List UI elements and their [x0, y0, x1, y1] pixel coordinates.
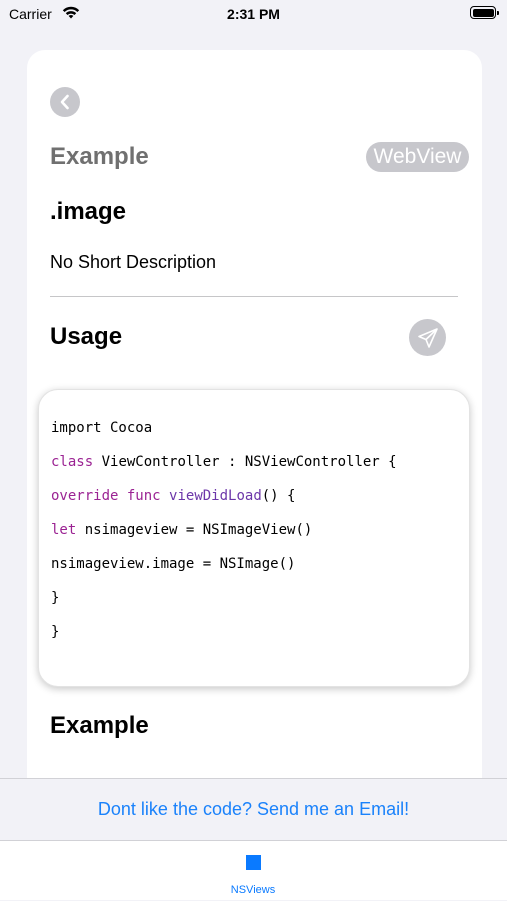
email-link[interactable]: Dont like the code? Send me an Email!: [0, 799, 507, 820]
code-block: import Cocoa class ViewController : NSVi…: [38, 389, 470, 687]
code-token: viewDidLoad: [169, 488, 262, 504]
code-line: }: [51, 590, 59, 606]
paper-plane-icon: [417, 327, 438, 348]
clock-label: 2:31 PM: [227, 6, 280, 22]
code-line: nsimageview.image = NSImage(): [51, 556, 295, 572]
tab-bar: NSViews: [0, 840, 507, 900]
back-button[interactable]: [50, 87, 80, 117]
code-line: class ViewController : NSViewController …: [51, 454, 397, 470]
status-bar: Carrier 2:31 PM: [0, 0, 507, 30]
example-heading: Example: [50, 712, 149, 739]
usage-heading: Usage: [50, 323, 123, 350]
code-token: let: [51, 522, 77, 538]
code-token: ViewController : NSViewController {: [93, 454, 397, 470]
section-heading: Example: [50, 143, 149, 170]
webview-button[interactable]: WebView: [366, 142, 469, 172]
divider: [50, 296, 458, 297]
code-token: override: [51, 488, 119, 504]
code-token: func: [126, 488, 161, 504]
tab-label: NSViews: [230, 884, 276, 896]
battery-icon: [470, 6, 499, 19]
code-token: import Cocoa: [51, 420, 153, 436]
code-token: class: [51, 454, 94, 470]
item-title: .image: [50, 198, 127, 225]
send-button[interactable]: [409, 319, 446, 356]
code-token: }: [51, 590, 60, 606]
square-icon: [246, 855, 261, 870]
tab-nsviews[interactable]: NSViews: [203, 841, 303, 901]
code-token: }: [51, 624, 60, 640]
email-bar: Dont like the code? Send me an Email!: [0, 778, 507, 840]
code-token: nsimageview = NSImageView(): [76, 522, 313, 538]
code-line: let nsimageview = NSImageView(): [51, 522, 312, 538]
short-description: No Short Description: [50, 252, 217, 272]
code-token: nsimageview.image = NSImage(): [51, 556, 296, 572]
code-line: override func viewDidLoad() {: [51, 488, 295, 504]
code-line: }: [51, 624, 59, 640]
code-line: import Cocoa: [51, 420, 152, 436]
code-token: () {: [261, 488, 296, 504]
chevron-left-icon: [60, 94, 69, 110]
